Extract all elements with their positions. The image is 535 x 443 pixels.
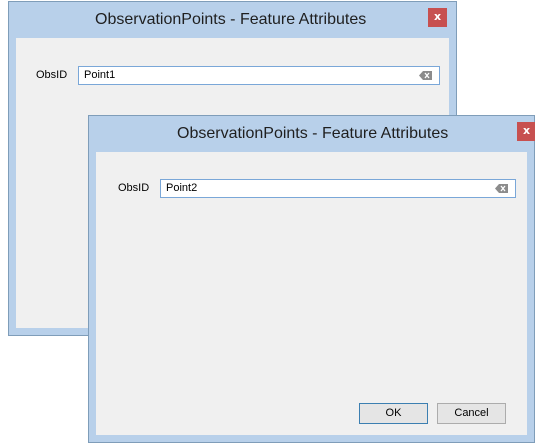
dialog-feature-attributes-front: ObservationPoints - Feature Attributes x… bbox=[88, 115, 535, 443]
obsid-value: Point1 bbox=[84, 69, 116, 81]
obsid-field[interactable]: Point2 bbox=[160, 179, 516, 198]
dialog-title: ObservationPoints - Feature Attributes bbox=[177, 125, 449, 142]
dialog-title: ObservationPoints - Feature Attributes bbox=[95, 11, 367, 28]
clear-text-icon[interactable] bbox=[495, 184, 508, 193]
close-icon[interactable]: x bbox=[517, 122, 535, 141]
obsid-value: Point2 bbox=[166, 182, 198, 194]
title-bar[interactable]: ObservationPoints - Feature Attributes x bbox=[89, 116, 535, 152]
clear-text-icon[interactable] bbox=[419, 71, 432, 80]
cancel-button[interactable]: Cancel bbox=[437, 403, 506, 424]
obsid-field[interactable]: Point1 bbox=[78, 66, 440, 85]
title-bar[interactable]: ObservationPoints - Feature Attributes x bbox=[9, 2, 456, 38]
obsid-label: ObsID bbox=[118, 182, 150, 194]
close-icon[interactable]: x bbox=[428, 8, 447, 27]
ok-button[interactable]: OK bbox=[359, 403, 428, 424]
obsid-label: ObsID bbox=[36, 69, 68, 81]
dialog-body: ObsID Point2 OK Cancel bbox=[96, 152, 527, 435]
